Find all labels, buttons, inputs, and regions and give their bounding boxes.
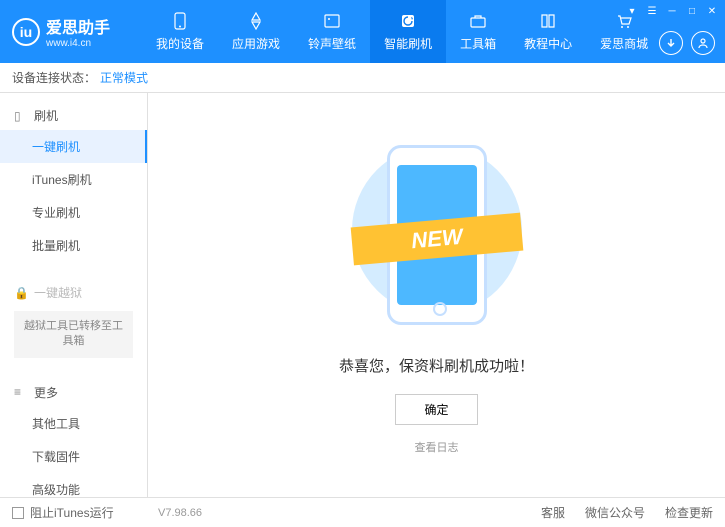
nav-my-device[interactable]: 我的设备 <box>142 0 218 63</box>
settings-icon[interactable]: ☰ <box>643 4 661 18</box>
more-icon: ≡ <box>14 385 28 399</box>
success-illustration: NEW <box>362 135 512 335</box>
maximize-icon[interactable]: □ <box>683 4 701 18</box>
sidebar-item-pro[interactable]: 专业刷机 <box>0 196 147 229</box>
footer: 阻止iTunes运行 V7.98.66 客服 微信公众号 检查更新 <box>0 497 725 527</box>
sidebar-group-flash[interactable]: ▯刷机 <box>0 101 147 130</box>
nav-tutorial[interactable]: 教程中心 <box>510 0 586 63</box>
logo-icon: iu <box>12 18 40 46</box>
sidebar-item-download[interactable]: 下载固件 <box>0 440 147 473</box>
refresh-icon <box>398 11 418 31</box>
nav-apps[interactable]: 应用游戏 <box>218 0 294 63</box>
status-label: 设备连接状态： <box>12 69 96 86</box>
phone-small-icon: ▯ <box>14 109 28 123</box>
minimize-icon[interactable]: ─ <box>663 4 681 18</box>
success-message: 恭喜您，保资料刷机成功啦！ <box>339 355 534 376</box>
status-value: 正常模式 <box>100 69 148 86</box>
nav-ringtones[interactable]: 铃声壁纸 <box>294 0 370 63</box>
sidebar-item-other[interactable]: 其他工具 <box>0 407 147 440</box>
sidebar-item-batch[interactable]: 批量刷机 <box>0 229 147 262</box>
menu-icon[interactable]: ▾ <box>623 4 641 18</box>
version-label: V7.98.66 <box>158 507 202 519</box>
apps-icon <box>246 11 266 31</box>
close-icon[interactable]: ✕ <box>703 4 721 18</box>
logo-area: iu 爱思助手 www.i4.cn <box>0 14 122 49</box>
jailbreak-note: 越狱工具已转移至工具箱 <box>14 311 133 358</box>
image-icon <box>322 11 342 31</box>
sidebar-item-advanced[interactable]: 高级功能 <box>0 473 147 497</box>
block-itunes-label[interactable]: 阻止iTunes运行 <box>30 504 114 521</box>
checkbox-icon[interactable] <box>12 507 24 519</box>
window-controls: ▾ ☰ ─ □ ✕ <box>623 4 721 18</box>
user-icon[interactable] <box>691 31 715 55</box>
footer-wechat[interactable]: 微信公众号 <box>585 504 645 521</box>
view-log-link[interactable]: 查看日志 <box>415 439 459 455</box>
toolbox-icon <box>468 11 488 31</box>
app-title: 爱思助手 <box>46 14 110 38</box>
ok-button[interactable]: 确定 <box>395 394 477 425</box>
sidebar-group-more[interactable]: ≡更多 <box>0 378 147 407</box>
sidebar-group-jailbreak: 🔒一键越狱 <box>0 278 147 307</box>
sidebar-item-oneclick[interactable]: 一键刷机 <box>0 130 147 163</box>
sidebar: ▯刷机 一键刷机 iTunes刷机 专业刷机 批量刷机 🔒一键越狱 越狱工具已转… <box>0 93 148 497</box>
status-bar: 设备连接状态： 正常模式 <box>0 63 725 93</box>
footer-support[interactable]: 客服 <box>541 504 565 521</box>
download-icon[interactable] <box>659 31 683 55</box>
phone-icon <box>170 11 190 31</box>
app-header: iu 爱思助手 www.i4.cn 我的设备 应用游戏 铃声壁纸 智能刷机 工具… <box>0 0 725 63</box>
nav-toolbox[interactable]: 工具箱 <box>446 0 510 63</box>
top-navigation: 我的设备 应用游戏 铃声壁纸 智能刷机 工具箱 教程中心 爱思商城 <box>142 0 662 63</box>
app-url: www.i4.cn <box>46 38 110 49</box>
footer-update[interactable]: 检查更新 <box>665 504 713 521</box>
main-content: NEW 恭喜您，保资料刷机成功啦！ 确定 查看日志 <box>148 93 725 497</box>
nav-flash[interactable]: 智能刷机 <box>370 0 446 63</box>
book-icon <box>538 11 558 31</box>
lock-icon: 🔒 <box>14 286 28 300</box>
sidebar-item-itunes[interactable]: iTunes刷机 <box>0 163 147 196</box>
